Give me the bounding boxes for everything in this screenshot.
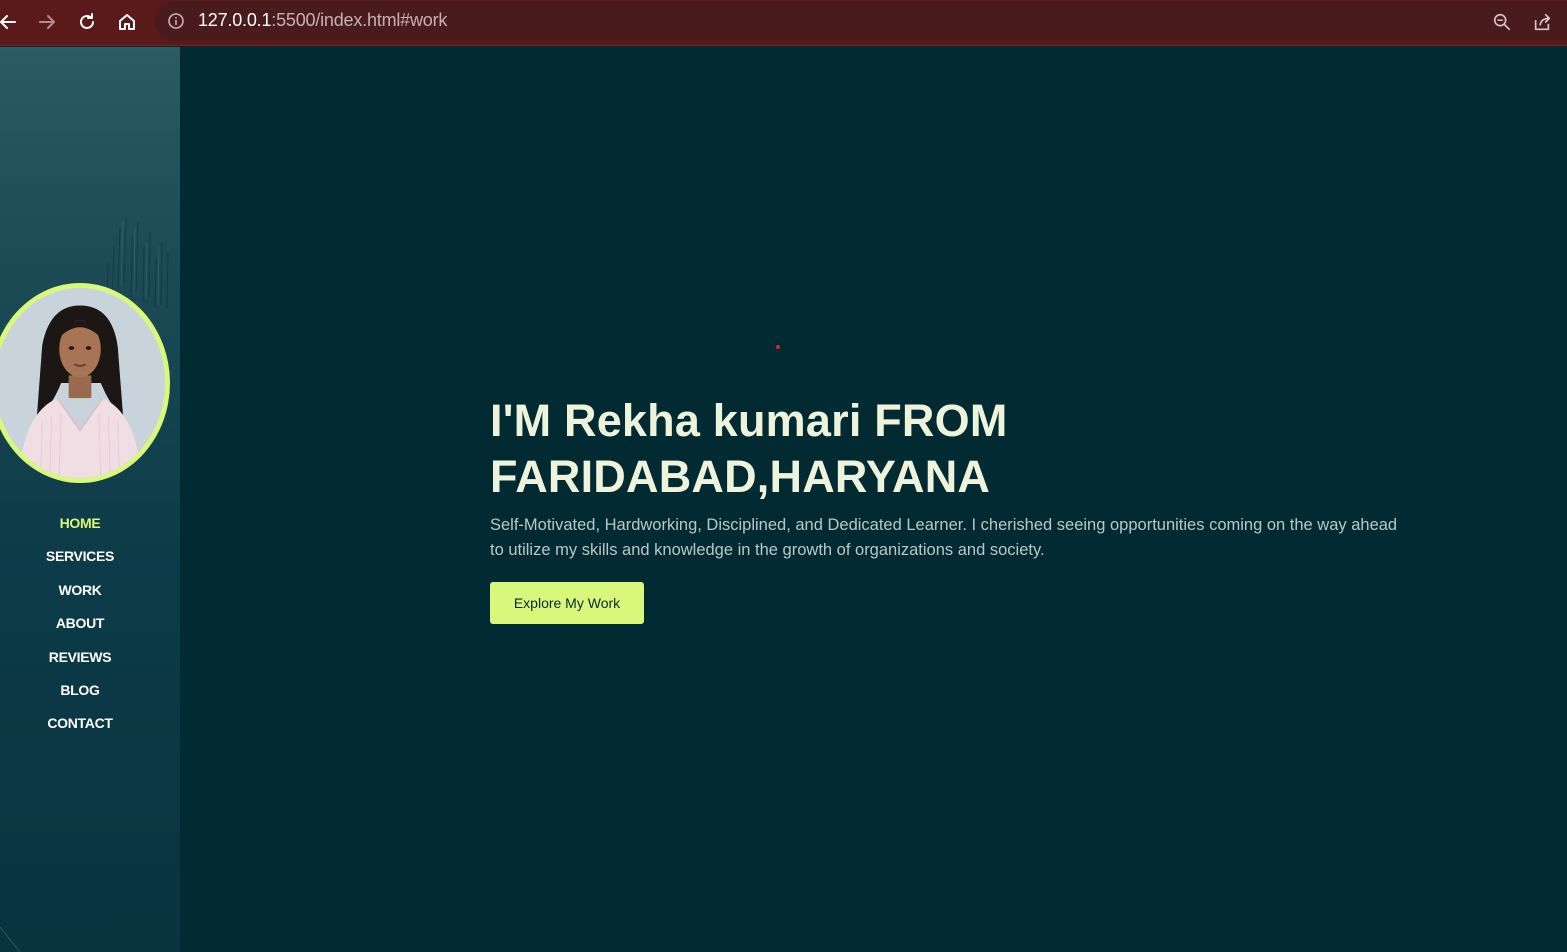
home-icon[interactable] <box>113 8 141 36</box>
forward-icon[interactable] <box>33 8 61 36</box>
url-host: 127.0.0.1 <box>198 10 272 30</box>
info-icon[interactable] <box>167 12 185 30</box>
cursor-dot <box>776 345 780 349</box>
zoom-icon[interactable] <box>1491 11 1513 33</box>
hero-title: I'M Rekha kumari FROM FARIDABAD,HARYANA <box>490 393 1250 505</box>
sidebar-item-work[interactable]: WORK <box>0 580 160 613</box>
browser-toolbar: 127.0.0.1:5500/index.html#work <box>0 0 1567 46</box>
sidebar-item-home[interactable]: HOME <box>0 513 160 546</box>
hero-description: Self-Motivated, Hardworking, Disciplined… <box>490 516 1398 559</box>
sidebar-item-contact[interactable]: CONTACT <box>0 713 160 746</box>
share-icon[interactable] <box>1531 11 1553 33</box>
reload-icon[interactable] <box>73 8 101 36</box>
hero-section: I'M Rekha kumari FROM FARIDABAD,HARYANA … <box>180 47 1567 952</box>
sidebar-background-texture <box>0 216 169 952</box>
url-text[interactable]: 127.0.0.1:5500/index.html#work <box>198 10 447 31</box>
back-icon[interactable] <box>0 8 22 36</box>
hero-title-line-1: I'M Rekha kumari FROM <box>490 395 1008 446</box>
sidebar-item-services[interactable]: SERVICES <box>0 546 160 579</box>
hero-title-line-2: FARIDABAD,HARYANA <box>490 451 991 502</box>
sidebar: HOME SERVICES WORK ABOUT REVIEWS BLOG CO… <box>0 47 180 952</box>
explore-work-button[interactable]: Explore My Work <box>490 582 644 624</box>
sidebar-nav: HOME SERVICES WORK ABOUT REVIEWS BLOG CO… <box>0 513 160 747</box>
url-path: :5500/index.html#work <box>271 10 448 30</box>
sidebar-item-blog[interactable]: BLOG <box>0 680 160 713</box>
sidebar-item-about[interactable]: ABOUT <box>0 613 160 646</box>
sidebar-item-reviews[interactable]: REVIEWS <box>0 647 160 680</box>
address-bar[interactable]: 127.0.0.1:5500/index.html#work <box>155 1 1567 41</box>
